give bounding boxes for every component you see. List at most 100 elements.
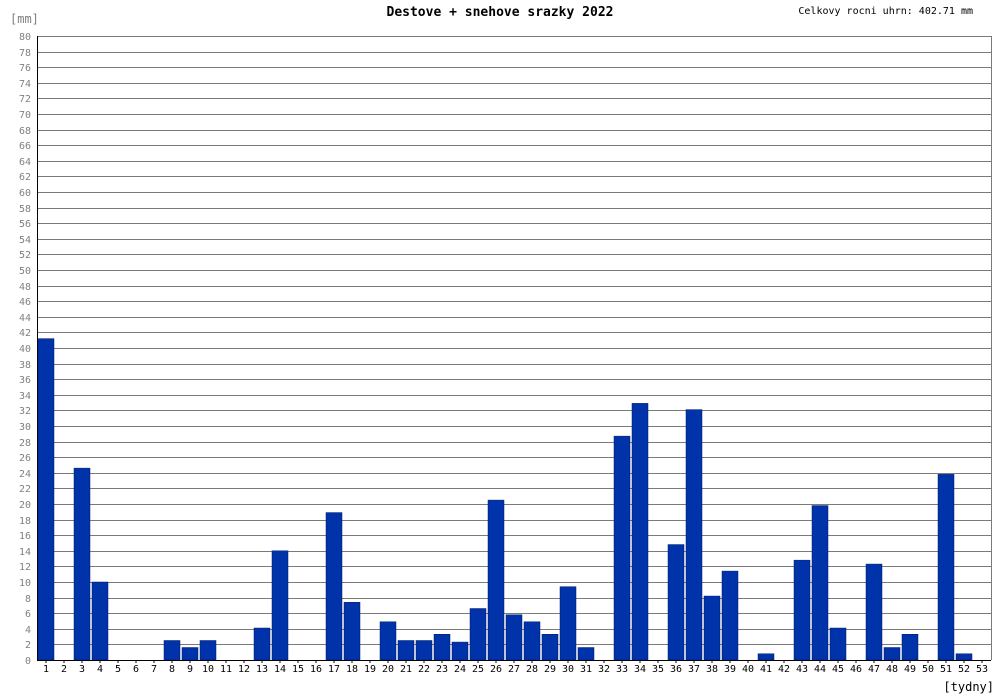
x-tick-label: 35 (652, 664, 664, 675)
x-tick-label: 8 (169, 664, 175, 675)
x-tick-label: 48 (886, 664, 898, 675)
y-tick-label: 68 (19, 126, 31, 137)
x-tick-label: 50 (922, 664, 934, 675)
x-tick-label: 2 (61, 664, 67, 675)
bar (829, 627, 847, 661)
y-tick-label: 16 (19, 531, 31, 542)
bar-chart-plot: 0246810121416182022242628303234363840424… (19, 32, 992, 675)
bar (577, 647, 595, 661)
y-tick-label: 48 (19, 282, 31, 293)
y-tick-label: 50 (19, 266, 31, 277)
x-tick-label: 16 (310, 664, 322, 675)
x-tick-label: 6 (133, 664, 139, 675)
x-tick-label: 47 (868, 664, 880, 675)
x-tick-label: 36 (670, 664, 682, 675)
y-tick-label: 80 (19, 32, 31, 43)
bar (379, 621, 397, 661)
x-tick-label: 53 (976, 664, 988, 675)
x-tick-label: 49 (904, 664, 916, 675)
x-tick-label: 31 (580, 664, 592, 675)
x-tick-label: 24 (454, 664, 466, 675)
x-tick-label: 34 (634, 664, 646, 675)
y-tick-label: 40 (19, 344, 31, 355)
x-tick-label: 12 (238, 664, 250, 675)
y-tick-label: 12 (19, 562, 31, 573)
x-tick-label: 28 (526, 664, 538, 675)
y-tick-label: 8 (25, 594, 31, 605)
bar (469, 608, 487, 661)
x-tick-label: 46 (850, 664, 862, 675)
y-tick-label: 28 (19, 438, 31, 449)
bar (523, 621, 541, 661)
bar (415, 640, 433, 661)
x-tick-label: 25 (472, 664, 484, 675)
bar (325, 512, 343, 661)
x-tick-label: 4 (97, 664, 103, 675)
y-tick-label: 60 (19, 188, 31, 199)
y-tick-label: 20 (19, 500, 31, 511)
bar (685, 409, 703, 661)
y-tick-label: 34 (19, 391, 31, 402)
y-tick-label: 0 (25, 656, 31, 667)
bar (271, 550, 289, 661)
bar (181, 647, 199, 661)
bar (199, 640, 217, 661)
bar (883, 647, 901, 661)
y-tick-label: 54 (19, 235, 31, 246)
y-tick-label: 44 (19, 313, 31, 324)
bar (955, 653, 973, 661)
x-tick-label: 9 (187, 664, 193, 675)
y-tick-label: 66 (19, 141, 31, 152)
x-tick-label: 38 (706, 664, 718, 675)
bar (397, 640, 415, 661)
x-tick-label: 11 (220, 664, 232, 675)
bar (91, 581, 109, 661)
bar (757, 653, 775, 661)
bar (253, 627, 271, 661)
x-tick-label: 44 (814, 664, 826, 675)
y-tick-label: 6 (25, 609, 31, 620)
x-tick-label: 13 (256, 664, 268, 675)
bar (73, 467, 91, 661)
bar (505, 614, 523, 661)
bar (37, 338, 55, 661)
y-tick-label: 58 (19, 204, 31, 215)
y-tick-label: 2 (25, 640, 31, 651)
x-tick-label: 32 (598, 664, 610, 675)
bar (667, 544, 685, 661)
bar (163, 640, 181, 661)
x-tick-label: 20 (382, 664, 394, 675)
bar (793, 559, 811, 661)
x-tick-label: 37 (688, 664, 700, 675)
y-tick-label: 78 (19, 48, 31, 59)
x-tick-label: 33 (616, 664, 628, 675)
y-tick-label: 62 (19, 172, 31, 183)
x-tick-label: 14 (274, 664, 286, 675)
y-tick-label: 26 (19, 453, 31, 464)
y-tick-label: 4 (25, 625, 31, 636)
y-tick-label: 24 (19, 469, 31, 480)
bar (865, 563, 883, 661)
bar (613, 435, 631, 661)
x-tick-label: 19 (364, 664, 376, 675)
x-tick-label: 10 (202, 664, 214, 675)
x-tick-label: 52 (958, 664, 970, 675)
y-tick-label: 42 (19, 328, 31, 339)
bar (433, 634, 451, 661)
x-tick-label: 3 (79, 664, 85, 675)
y-tick-label: 46 (19, 297, 31, 308)
x-tick-label: 17 (328, 664, 340, 675)
bar (559, 586, 577, 661)
x-tick-label: 5 (115, 664, 121, 675)
x-tick-label: 26 (490, 664, 502, 675)
x-tick-label: 39 (724, 664, 736, 675)
x-tick-label: 41 (760, 664, 772, 675)
y-tick-label: 30 (19, 422, 31, 433)
y-tick-label: 74 (19, 79, 31, 90)
x-tick-label: 45 (832, 664, 844, 675)
y-tick-label: 32 (19, 406, 31, 417)
bar (541, 634, 559, 661)
x-tick-label: 15 (292, 664, 304, 675)
y-tick-label: 64 (19, 157, 31, 168)
y-tick-label: 36 (19, 375, 31, 386)
